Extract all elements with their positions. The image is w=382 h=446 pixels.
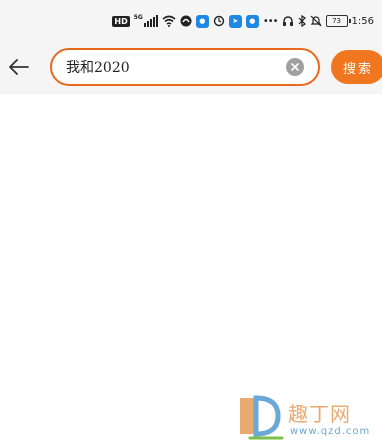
battery-icon: 73	[325, 15, 351, 27]
notification-icon: ●	[245, 14, 259, 28]
back-arrow-icon	[9, 59, 29, 75]
bluetooth-icon	[298, 15, 306, 27]
search-button[interactable]: 搜索	[331, 50, 382, 84]
watermark: 趣丁网 www.qzd.com	[232, 392, 382, 446]
status-bar: HD 5G ● ➤ ● ••• 73 1:56	[0, 0, 382, 40]
back-button[interactable]	[4, 50, 34, 84]
app-icon	[180, 15, 192, 27]
location-icon: ➤	[228, 14, 242, 28]
close-icon	[291, 63, 299, 71]
clear-search-button[interactable]	[286, 58, 304, 76]
status-time: 1:56	[351, 15, 374, 27]
hd-icon: HD	[112, 15, 130, 27]
battery-level: 73	[332, 17, 341, 25]
wifi-icon	[162, 15, 176, 27]
dots-icon: •••	[262, 15, 279, 27]
search-box	[50, 48, 320, 86]
watermark-url: www.qzd.com	[290, 426, 371, 437]
headphones-icon	[282, 16, 293, 26]
mute-icon	[310, 15, 321, 27]
notification-icon: ●	[195, 14, 209, 28]
watermark-brand: 趣丁网	[288, 402, 351, 426]
search-input[interactable]	[66, 56, 276, 78]
status-icons: HD 5G ● ➤ ● ••• 73 1:56	[112, 13, 374, 29]
network-type-label: 5G	[133, 13, 143, 21]
signal-icon	[143, 15, 158, 27]
search-header: 搜索	[0, 40, 382, 94]
sync-icon	[213, 15, 225, 27]
watermark-logo-icon	[240, 395, 284, 440]
